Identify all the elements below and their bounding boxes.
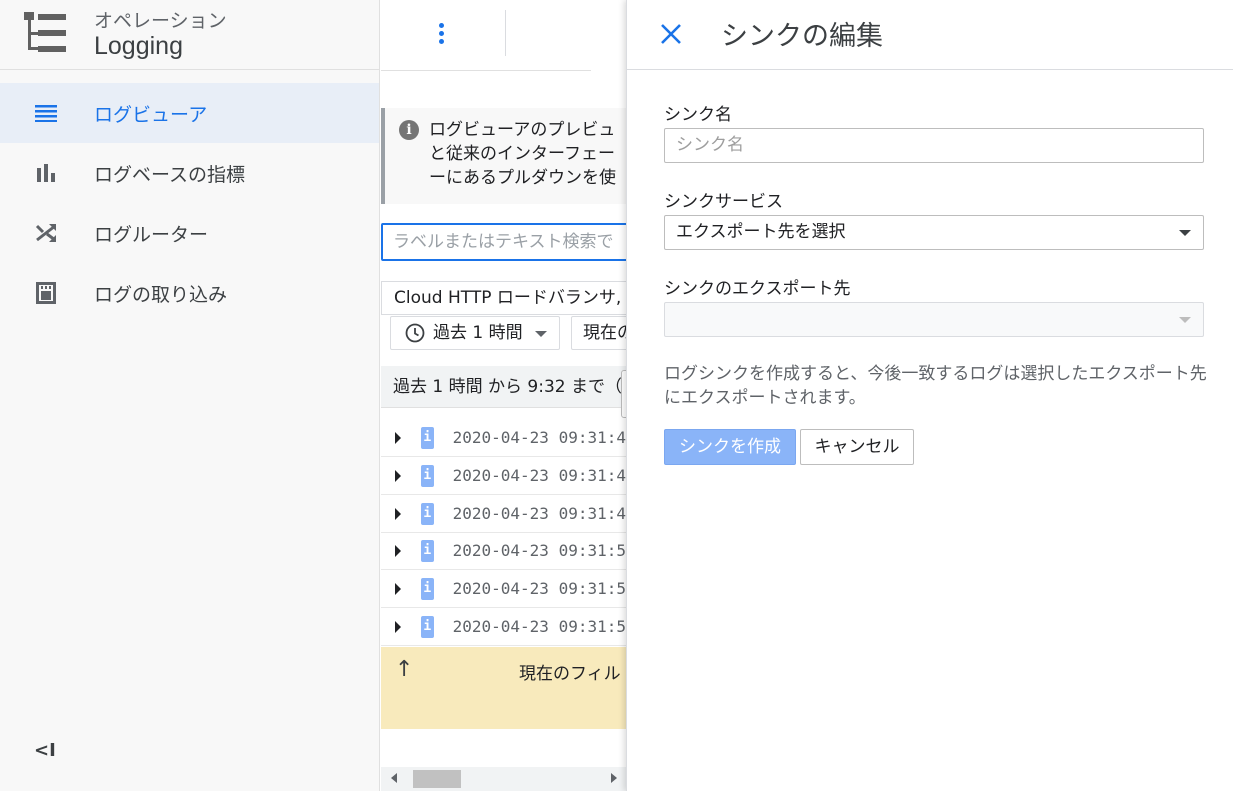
arrow-up-icon[interactable]: ↑ xyxy=(395,657,413,682)
time-range-dropdown[interactable]: 過去 1 時間 xyxy=(390,316,560,350)
panel-header: シンクの編集 xyxy=(627,0,1233,70)
horizontal-scrollbar[interactable] xyxy=(381,767,626,791)
panel-title: シンクの編集 xyxy=(721,21,883,52)
scrollbar-thumb[interactable] xyxy=(413,770,461,788)
sidebar-item-log-metrics[interactable]: ログベースの指標 xyxy=(0,143,379,203)
log-row[interactable]: i 2020-04-23 09:31:4 xyxy=(381,457,626,495)
log-viewer: i ログビューアのプレビュ と従来のインターフェー ーにあるプルダウンを使 ラベ… xyxy=(381,0,626,791)
sidebar-item-log-router[interactable]: ログルーター xyxy=(0,203,379,263)
expand-icon[interactable] xyxy=(395,507,401,520)
severity-info-icon: i xyxy=(421,615,434,638)
severity-info-icon: i xyxy=(421,464,434,487)
sidebar-header: オペレーション Logging xyxy=(0,0,379,70)
log-search-input[interactable]: ラベルまたはテキスト検索で xyxy=(381,223,626,261)
list-icon xyxy=(34,101,58,125)
log-timestamp: 2020-04-23 09:31:5 xyxy=(452,541,626,560)
expand-icon[interactable] xyxy=(395,431,401,444)
cancel-button[interactable]: キャンセル xyxy=(800,429,914,465)
collapse-sidebar-button[interactable]: <I xyxy=(34,740,56,761)
log-row[interactable]: i 2020-04-23 09:31:4 xyxy=(381,419,626,457)
sink-name-input[interactable]: シンク名 xyxy=(664,128,1204,163)
info-icon: i xyxy=(399,120,419,140)
scroll-right-icon[interactable] xyxy=(611,773,617,783)
log-timestamp: 2020-04-23 09:31:5 xyxy=(452,579,626,598)
product-title: Logging xyxy=(94,32,183,60)
time-range-label: 過去 1 時間 xyxy=(433,323,523,343)
severity-info-icon: i xyxy=(421,577,434,600)
shuffle-icon xyxy=(34,221,58,245)
severity-info-icon: i xyxy=(421,426,434,449)
sink-service-label: シンクサービス xyxy=(664,192,783,212)
sidebar-item-label: ログルーター xyxy=(94,223,209,246)
log-row[interactable]: i 2020-04-23 09:31:5 xyxy=(381,570,626,608)
log-row[interactable]: i 2020-04-23 09:31:4 xyxy=(381,495,626,533)
sidebar-item-label: ログの取り込み xyxy=(94,283,228,306)
sink-name-label: シンク名 xyxy=(664,105,732,125)
log-row[interactable]: i 2020-04-23 09:31:5 xyxy=(381,608,626,646)
filter-notice: ↑ 現在のフィル xyxy=(381,647,626,729)
toolbar-divider xyxy=(505,10,506,56)
clock-icon xyxy=(405,323,425,343)
chevron-down-icon xyxy=(1179,317,1191,323)
sidebar-item-label: ログビューア xyxy=(94,103,208,126)
jump-to-now-button[interactable]: 現在の xyxy=(571,316,626,350)
log-timestamp: 2020-04-23 09:31:5 xyxy=(452,617,626,636)
sidebar-item-log-viewer[interactable]: ログビューア xyxy=(0,83,379,143)
sink-destination-label: シンクのエクスポート先 xyxy=(664,279,851,299)
close-icon[interactable] xyxy=(657,20,685,48)
filter-notice-text: 現在のフィル xyxy=(519,664,621,684)
log-timestamp: 2020-04-23 09:31:4 xyxy=(452,466,626,485)
severity-info-icon: i xyxy=(421,502,434,525)
bar-chart-icon xyxy=(34,161,58,185)
sidebar-item-label: ログベースの指標 xyxy=(94,163,246,186)
storage-icon xyxy=(34,281,58,305)
more-options-icon[interactable] xyxy=(433,20,449,48)
resource-filter-dropdown[interactable]: Cloud HTTP ロードバランサ, xyxy=(381,281,626,315)
sidebar-item-log-ingestion[interactable]: ログの取り込み xyxy=(0,263,379,323)
edit-sink-panel: シンクの編集 シンク名 シンク名 シンクサービス エクスポート先を選択 シンクの… xyxy=(626,0,1233,791)
viewer-toolbar xyxy=(381,0,626,70)
scroll-left-icon[interactable] xyxy=(391,773,397,783)
expand-icon[interactable] xyxy=(395,544,401,557)
preview-info-banner: i ログビューアのプレビュ と従来のインターフェー ーにあるプルダウンを使 xyxy=(381,108,626,204)
log-timestamp: 2020-04-23 09:31:4 xyxy=(452,428,626,447)
product-group-label: オペレーション xyxy=(94,10,227,32)
info-banner-text: ログビューアのプレビュ と従来のインターフェー ーにあるプルダウンを使 xyxy=(429,120,616,188)
chevron-down-icon xyxy=(1179,230,1191,236)
expand-icon[interactable] xyxy=(395,620,401,633)
sink-service-value: エクスポート先を選択 xyxy=(676,222,846,242)
severity-info-icon: i xyxy=(421,539,434,562)
chevron-down-icon xyxy=(535,331,547,337)
log-timestamp: 2020-04-23 09:31:4 xyxy=(452,504,626,523)
sink-service-select[interactable]: エクスポート先を選択 xyxy=(664,215,1204,250)
toolbar-underline xyxy=(381,70,591,71)
expand-icon[interactable] xyxy=(395,469,401,482)
sink-help-text: ログシンクを作成すると、今後一致するログは選択したエクスポート先にエクスポートさ… xyxy=(664,364,1207,408)
create-sink-button[interactable]: シンクを作成 xyxy=(664,429,796,465)
sink-destination-select[interactable] xyxy=(664,302,1204,337)
sidebar: オペレーション Logging ログビューア ログベースの指標 ログルーター ロ… xyxy=(0,0,380,791)
range-summary: 過去 1 時間 から 9:32 まで（ xyxy=(381,366,626,408)
expand-icon[interactable] xyxy=(395,582,401,595)
logging-logo-icon xyxy=(24,12,66,52)
log-row[interactable]: i 2020-04-23 09:31:5 xyxy=(381,532,626,570)
